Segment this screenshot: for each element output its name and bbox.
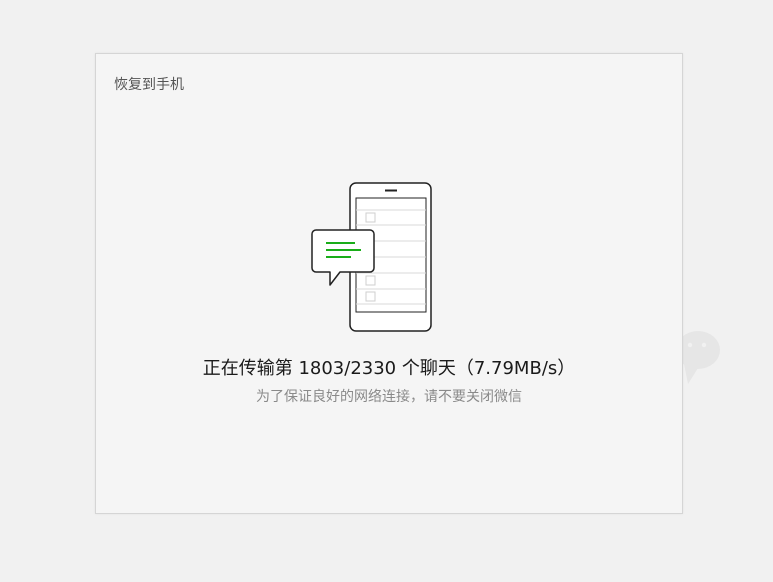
network-hint-text: 为了保证良好的网络连接，请不要关闭微信 xyxy=(256,389,522,405)
restore-to-phone-dialog: 恢复到手机 正在传输第 1803/2330 个聊天（7.79MB/s） 为了保证… xyxy=(95,53,683,514)
transfer-progress-text: 正在传输第 1803/2330 个聊天（7.79MB/s） xyxy=(202,358,576,379)
dialog-title: 恢复到手机 xyxy=(114,77,184,93)
phone-with-chat-bubble-icon xyxy=(311,182,432,332)
